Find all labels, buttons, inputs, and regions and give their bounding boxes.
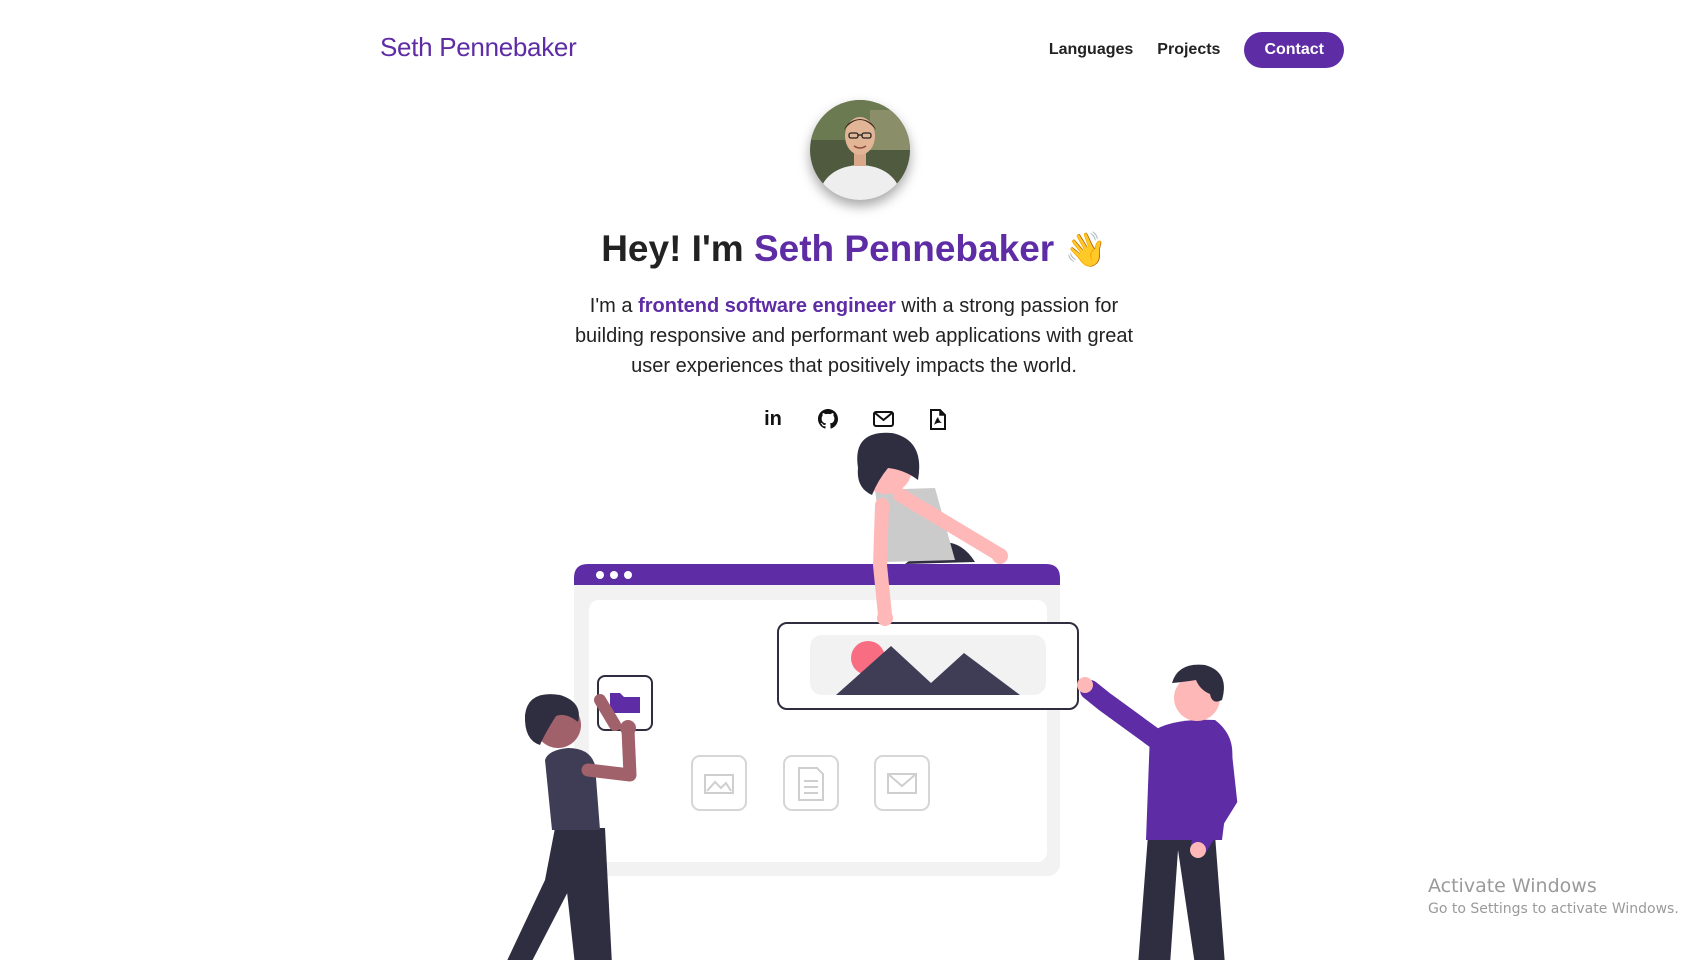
watermark-title: Activate Windows	[1428, 875, 1597, 897]
intro-text-before: I'm a	[589, 295, 639, 317]
browser-window-illustration	[574, 564, 1060, 876]
person-left-illustration	[507, 694, 637, 960]
avatar-photo	[810, 100, 910, 200]
hero-intro: I'm a frontend software engineer with a …	[554, 291, 1154, 381]
person-right-illustration	[1077, 664, 1238, 960]
avatar	[810, 100, 910, 200]
windows-activation-watermark: Activate Windows Go to Settings to activ…	[1428, 875, 1679, 917]
waving-hand-icon: 👋	[1064, 231, 1107, 269]
brand-logo[interactable]: Seth Pennebaker	[380, 32, 577, 63]
nav-link-projects[interactable]: Projects	[1157, 41, 1220, 59]
social-links: in	[762, 408, 949, 430]
portfolio-page: Seth Pennebaker Languages Projects Conta…	[0, 0, 1708, 960]
nav-link-languages[interactable]: Languages	[1049, 41, 1133, 59]
hero-greeting: Hey! I'm	[601, 228, 754, 269]
watermark-subtitle: Go to Settings to activate Windows.	[1428, 901, 1679, 917]
email-icon[interactable]	[872, 408, 894, 430]
main-nav: Languages Projects Contact	[1049, 32, 1344, 68]
hero-name: Seth Pennebaker	[753, 228, 1055, 269]
linkedin-label: in	[764, 407, 782, 430]
person-top-illustration	[857, 432, 1008, 626]
contact-button[interactable]: Contact	[1244, 32, 1344, 68]
linkedin-icon[interactable]: in	[762, 408, 784, 430]
github-icon[interactable]	[817, 408, 839, 430]
folder-card-illustration	[597, 675, 653, 731]
image-card-illustration	[777, 622, 1079, 710]
resume-pdf-icon[interactable]	[927, 408, 949, 430]
hero-heading: Hey! I'm Seth Pennebaker 👋	[0, 228, 1708, 270]
intro-highlight: frontend software engineer	[638, 295, 896, 317]
